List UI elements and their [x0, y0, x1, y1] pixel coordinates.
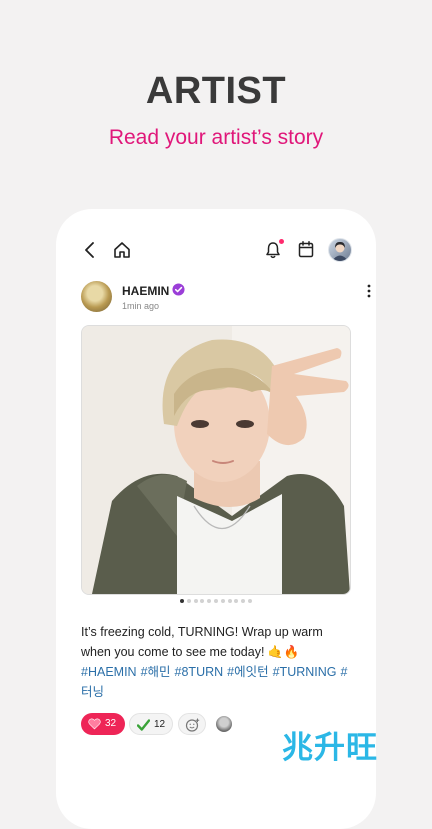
heart-icon — [88, 718, 101, 730]
notification-bell[interactable] — [265, 239, 284, 259]
pagination-dot — [207, 599, 212, 603]
hashtag-link[interactable]: #8TURN — [175, 665, 224, 679]
post-photo[interactable] — [81, 325, 351, 595]
pagination-dot — [234, 599, 239, 603]
screen-subheadline: Read your artist’s story — [108, 126, 324, 149]
screen-headline: ARTIST — [145, 70, 287, 112]
pagination-dot — [214, 599, 218, 603]
back-arrow-icon[interactable] — [84, 242, 96, 258]
user-photo-icon — [332, 241, 348, 261]
post-header: HAEMIN 1min ago — [81, 281, 371, 315]
check-count: 12 — [154, 719, 166, 730]
heart-reaction-button[interactable]: 32 — [81, 713, 125, 735]
image-pagination — [56, 599, 376, 603]
home-icon[interactable] — [113, 241, 131, 259]
profile-avatar[interactable] — [328, 238, 352, 262]
pagination-dot — [186, 599, 191, 603]
post-timestamp: 1min ago — [122, 301, 160, 311]
calendar-icon[interactable] — [298, 241, 314, 258]
watermark-text: 兆升旺 — [282, 730, 378, 765]
author-name[interactable]: HAEMIN — [122, 284, 169, 298]
author-avatar[interactable] — [81, 281, 112, 312]
verified-badge-icon — [172, 283, 185, 296]
watermark-logo: 兆升旺 — [282, 716, 402, 765]
pagination-dot — [227, 599, 232, 603]
caption-text: It’s freezing cold, TURNING! Wrap up war… — [81, 625, 323, 659]
bell-icon — [266, 242, 280, 259]
pagination-dot — [220, 599, 225, 603]
hashtag-link[interactable]: #해민 — [141, 665, 171, 679]
hashtag-link[interactable]: #에잇턴 — [227, 665, 268, 679]
pagination-dot — [180, 599, 185, 603]
top-navigation-bar — [56, 237, 376, 265]
more-options-icon[interactable] — [367, 283, 371, 299]
notification-dot — [279, 239, 284, 244]
post-caption: It’s freezing cold, TURNING! Wrap up war… — [81, 622, 353, 702]
pagination-dot — [247, 599, 252, 603]
add-reaction-button[interactable] — [178, 713, 206, 735]
hashtag-link[interactable]: #HAEMIN — [81, 665, 137, 679]
pagination-dot — [241, 599, 246, 603]
hashtag-link[interactable]: #TURNING — [273, 665, 337, 679]
reacted-user-avatar[interactable] — [216, 716, 232, 732]
add-emoji-icon — [185, 718, 200, 732]
check-mark-icon — [137, 719, 150, 731]
check-reaction-button[interactable]: 12 — [129, 713, 173, 735]
heart-count: 32 — [105, 718, 117, 729]
pagination-dot — [200, 599, 205, 603]
pagination-dot — [193, 599, 198, 603]
artist-photo-illustration — [82, 326, 350, 594]
hashtag-list: #HAEMIN #해민 #8TURN #에잇턴 #TURNING #터닝 — [81, 665, 347, 699]
